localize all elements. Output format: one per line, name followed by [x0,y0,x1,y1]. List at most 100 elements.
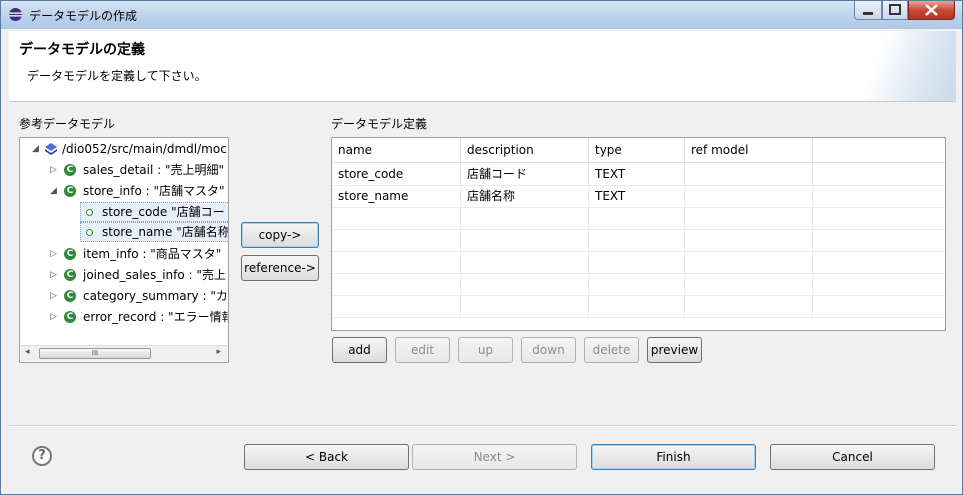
empty-cell [685,229,813,251]
tree-node-label: /dio052/src/main/dmdl/moc [62,142,227,156]
footer-separator [9,425,956,427]
empty-cell [685,273,813,295]
next-button[interactable]: Next > [412,444,577,470]
up-button[interactable]: up [458,337,513,363]
help-icon[interactable]: ? [32,446,52,466]
collapsed-arrow-icon[interactable]: ▷ [50,265,57,285]
eclipse-icon [9,8,22,21]
tree-node-label: store_name "店舗名称 [102,225,229,239]
wizard-banner: データモデルの定義 データモデルを定義して下さい。 [9,31,956,102]
empty-cell [461,229,589,251]
empty-cell [685,251,813,273]
empty-cell [589,251,685,273]
model-icon: C [64,164,76,176]
back-button[interactable]: < Back [244,444,409,470]
column-header-description[interactable]: description [461,138,589,162]
column-header-name[interactable]: name [332,138,461,162]
preview-button[interactable]: preview [647,337,702,363]
empty-row [332,273,945,296]
empty-cell [589,273,685,295]
maximize-icon [889,4,901,15]
close-icon [925,4,938,16]
empty-cell [461,207,589,229]
tree-node-label: store_code "店舗コー [102,205,225,219]
add-button[interactable]: add [332,337,387,363]
tree-node-label: item_info : "商品マスタ" [83,247,222,261]
column-header-type[interactable]: type [589,138,685,162]
maximize-button[interactable] [882,1,908,20]
empty-row [332,207,945,230]
reference-button[interactable]: reference-> [241,255,319,281]
empty-cell [461,295,589,317]
table-row[interactable]: store_name 店舗名称 TEXT [332,185,945,208]
cell-description: 店舗コード [461,163,589,185]
empty-cell [589,207,685,229]
cell-description: 店舗名称 [461,185,589,207]
reference-model-tree[interactable]: ◢ /dio052/src/main/dmdl/moc ▷ C sales_de… [19,137,229,363]
cell-ref-model [685,163,813,185]
cell-ref-model [685,185,813,207]
model-icon: C [64,269,76,281]
collapsed-arrow-icon[interactable]: ▷ [50,244,57,264]
package-icon [45,143,57,155]
tree-node-label: sales_detail : "売上明細" [83,163,225,177]
tree-node-label: joined_sales_info : "売上 [83,268,226,282]
cancel-button[interactable]: Cancel [770,444,935,470]
title-bar: データモデルの作成 [1,1,962,29]
tree-node-label: error_record : "エラー情報 [83,310,229,324]
page-description: データモデルを定義して下さい。 [27,69,207,83]
empty-cell [332,251,461,273]
empty-cell [589,295,685,317]
delete-button[interactable]: delete [584,337,639,363]
model-icon: C [64,290,76,302]
column-header-ref-model[interactable]: ref model [685,138,813,162]
table-header: name description type ref model [332,138,945,163]
model-icon: C [64,311,76,323]
reference-models-label: 参考データモデル [19,117,116,131]
property-icon [86,229,93,236]
minimize-button[interactable] [854,1,882,20]
model-icon: C [64,185,76,197]
cell-name: store_name [332,185,461,207]
empty-row [332,295,945,318]
table-row[interactable]: store_code 店舗コード TEXT [332,163,945,186]
empty-row [332,251,945,274]
empty-cell [461,251,589,273]
definition-label: データモデル定義 [331,117,428,131]
expanded-arrow-icon[interactable]: ◢ [32,139,39,159]
finish-button[interactable]: Finish [591,444,756,470]
page-title: データモデルの定義 [19,42,145,58]
expanded-arrow-icon[interactable]: ◢ [50,181,57,201]
cell-type: TEXT [589,185,685,207]
cell-name: store_code [332,163,461,185]
empty-cell [332,229,461,251]
empty-cell [332,295,461,317]
tree-node-label: store_info : "店舗マスタ" [83,184,225,198]
tree-node-label: category_summary : "カ [83,289,228,303]
property-icon [86,209,93,216]
collapsed-arrow-icon[interactable]: ▷ [50,160,57,180]
empty-cell [685,207,813,229]
dialog-window: データモデルの作成 データモデルの定義 データモデルを定義して下さい。 参考デー… [0,0,963,495]
collapsed-arrow-icon[interactable]: ▷ [50,307,57,327]
window-title: データモデルの作成 [29,9,138,23]
banner-decoration [846,31,956,101]
model-icon: C [64,248,76,260]
edit-button[interactable]: edit [395,337,450,363]
scroll-right-icon[interactable]: ▸ [216,347,221,357]
scroll-left-icon[interactable]: ◂ [25,347,30,357]
empty-cell [461,273,589,295]
scroll-thumb[interactable]: III [39,348,151,359]
collapsed-arrow-icon[interactable]: ▷ [50,286,57,306]
empty-row [332,229,945,252]
empty-cell [589,229,685,251]
minimize-icon [863,12,873,15]
empty-cell [332,273,461,295]
down-button[interactable]: down [521,337,576,363]
cell-type: TEXT [589,163,685,185]
copy-button[interactable]: copy-> [241,222,319,248]
close-button[interactable] [908,1,955,20]
empty-cell [685,295,813,317]
property-definition-table[interactable]: name description type ref model store_co… [331,137,946,331]
horizontal-scrollbar[interactable]: ◂ III ▸ [21,345,227,361]
